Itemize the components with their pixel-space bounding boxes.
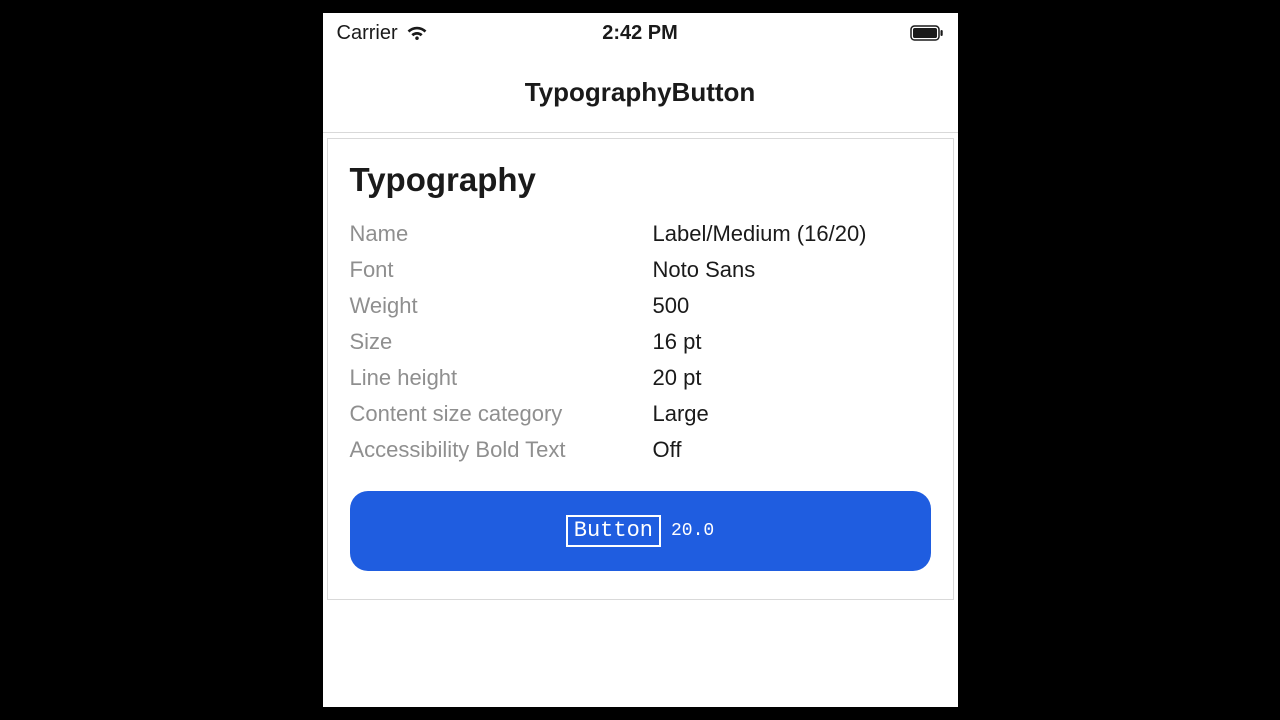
prop-value: 500 [653, 293, 690, 319]
prop-value: Off [653, 437, 682, 463]
prop-value: 16 pt [653, 329, 702, 355]
wifi-icon [406, 25, 428, 41]
clock-label: 2:42 PM [602, 22, 678, 45]
prop-row-line-height: Line height 20 pt [350, 365, 931, 391]
sample-button-label: Button [566, 515, 661, 547]
status-bar-left: Carrier [337, 22, 428, 45]
prop-value: Large [653, 401, 709, 427]
prop-label: Size [350, 329, 653, 355]
device-frame: Carrier 2:42 PM TypographyButton Typogra… [323, 13, 958, 707]
prop-label: Font [350, 257, 653, 283]
prop-label: Line height [350, 365, 653, 391]
property-list: Name Label/Medium (16/20) Font Noto Sans… [350, 221, 931, 463]
prop-value: Noto Sans [653, 257, 756, 283]
status-bar: Carrier 2:42 PM [323, 13, 958, 53]
prop-label: Accessibility Bold Text [350, 437, 653, 463]
prop-row-weight: Weight 500 [350, 293, 931, 319]
prop-row-content-size-category: Content size category Large [350, 401, 931, 427]
nav-title: TypographyButton [525, 77, 756, 108]
typography-card: Typography Name Label/Medium (16/20) Fon… [327, 138, 954, 600]
prop-row-font: Font Noto Sans [350, 257, 931, 283]
prop-value: 20 pt [653, 365, 702, 391]
card-title: Typography [350, 161, 931, 199]
prop-row-accessibility-bold-text: Accessibility Bold Text Off [350, 437, 931, 463]
carrier-label: Carrier [337, 22, 398, 45]
prop-value: Label/Medium (16/20) [653, 221, 867, 247]
prop-row-name: Name Label/Medium (16/20) [350, 221, 931, 247]
prop-label: Name [350, 221, 653, 247]
sample-button[interactable]: Button 20.0 [350, 491, 931, 571]
navigation-bar: TypographyButton [323, 53, 958, 133]
prop-label: Content size category [350, 401, 653, 427]
prop-row-size: Size 16 pt [350, 329, 931, 355]
sample-button-annotation: 20.0 [671, 521, 714, 541]
prop-label: Weight [350, 293, 653, 319]
battery-icon [910, 25, 944, 41]
